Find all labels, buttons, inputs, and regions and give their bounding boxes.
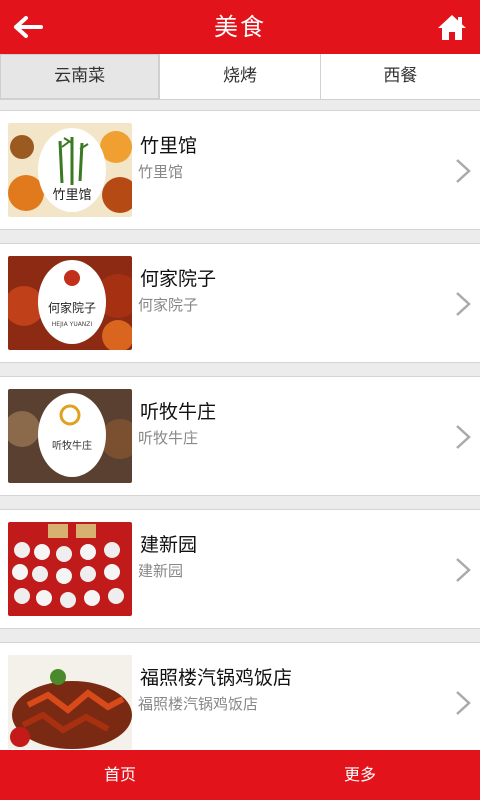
restaurant-thumbnail: 何家院子 HEJIA YUANZI [8, 256, 132, 350]
svg-text:听牧牛庄: 听牧牛庄 [52, 439, 92, 452]
restaurant-subtitle: 建新园 [138, 562, 184, 580]
list-item[interactable]: 建新园 建新园 [0, 509, 480, 629]
page-title: 美食 [214, 13, 266, 41]
tab-western[interactable]: 西餐 [321, 54, 480, 99]
list-item[interactable]: 福照楼汽锅鸡饭店 福照楼汽锅鸡饭店 [0, 642, 480, 750]
restaurant-name: 竹里馆 [140, 135, 198, 157]
bottom-bar: 首页 更多 [0, 750, 480, 800]
more-tab-button[interactable]: 更多 [240, 750, 480, 800]
restaurant-list: 竹里馆 竹里馆 竹里馆 何家院子 HEJIA YUANZI 何家院子 何家院子 [0, 100, 480, 750]
home-button[interactable] [432, 8, 472, 46]
restaurant-subtitle: 何家院子 [138, 296, 199, 314]
svg-text:竹里馆: 竹里馆 [52, 188, 91, 203]
list-item[interactable]: 竹里馆 竹里馆 竹里馆 [0, 110, 480, 230]
home-tab-button[interactable]: 首页 [0, 750, 240, 800]
top-bar: 美食 [0, 0, 480, 54]
chevron-right-icon [456, 159, 471, 183]
restaurant-subtitle: 竹里馆 [138, 163, 184, 181]
chevron-right-icon [456, 425, 471, 449]
restaurant-subtitle: 福照楼汽锅鸡饭店 [138, 695, 259, 713]
chevron-right-icon [456, 292, 471, 316]
tab-bbq[interactable]: 烧烤 [160, 54, 321, 99]
svg-text:HEJIA YUANZI: HEJIA YUANZI [52, 321, 93, 328]
restaurant-thumbnail [8, 522, 132, 616]
restaurant-name: 建新园 [140, 534, 198, 556]
restaurant-name: 何家院子 [140, 268, 217, 290]
restaurant-name: 福照楼汽锅鸡饭店 [140, 667, 293, 689]
chevron-right-icon [456, 691, 471, 715]
home-icon [438, 15, 466, 40]
list-item[interactable]: 何家院子 HEJIA YUANZI 何家院子 何家院子 [0, 243, 480, 363]
restaurant-thumbnail [8, 655, 132, 749]
restaurant-thumbnail: 听牧牛庄 [8, 389, 132, 483]
list-item[interactable]: 听牧牛庄 听牧牛庄 听牧牛庄 [0, 376, 480, 496]
tab-yunnan[interactable]: 云南菜 [0, 54, 161, 99]
chevron-right-icon [456, 558, 471, 582]
restaurant-subtitle: 听牧牛庄 [138, 429, 199, 447]
restaurant-name: 听牧牛庄 [140, 401, 217, 423]
restaurant-thumbnail: 竹里馆 [8, 123, 132, 217]
svg-text:何家院子: 何家院子 [48, 300, 96, 315]
category-tabs: 云南菜 烧烤 西餐 [0, 54, 480, 100]
